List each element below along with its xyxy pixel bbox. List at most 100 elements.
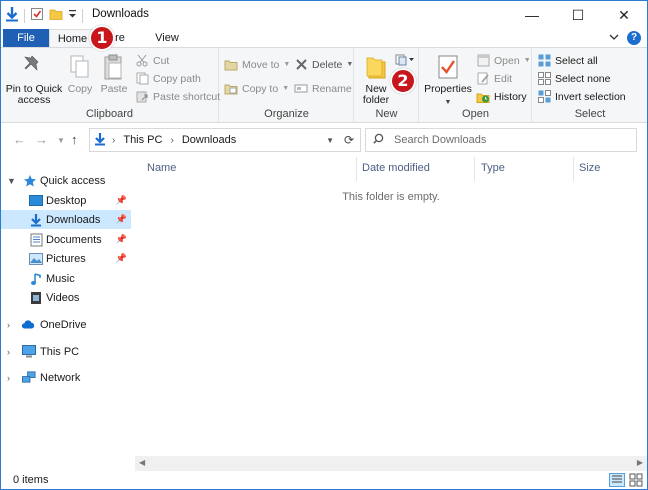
address-bar[interactable]: › This PC › Downloads ▼ ⟳ bbox=[89, 128, 361, 152]
nav-onedrive[interactable]: › OneDrive bbox=[1, 315, 131, 334]
open-chevron-icon: ▼ bbox=[523, 57, 531, 64]
cut-label: Cut bbox=[153, 54, 170, 67]
pinned-icon-4: 📌 bbox=[115, 253, 127, 263]
copy-label: Copy bbox=[67, 83, 93, 95]
paste-shortcut-label: Paste shortcut bbox=[153, 90, 221, 103]
properties-icon bbox=[434, 52, 462, 82]
paste-shortcut-icon bbox=[135, 90, 149, 104]
pin-to-quick-access-button[interactable]: Pin to Quick access bbox=[5, 52, 63, 106]
cloud-icon bbox=[21, 318, 35, 332]
select-none-button[interactable]: Select none bbox=[537, 70, 610, 87]
move-to-button[interactable]: Move to ▼ bbox=[224, 56, 290, 73]
copy-to-icon bbox=[224, 82, 238, 96]
address-dropdown-icon[interactable]: ▼ bbox=[326, 136, 334, 145]
properties-button[interactable]: Properties ▼ bbox=[424, 52, 472, 108]
open-button[interactable]: Open ▼ bbox=[476, 52, 531, 69]
chevron-right-icon-2[interactable]: › bbox=[7, 347, 10, 357]
breadcrumb-downloads[interactable]: Downloads bbox=[182, 134, 236, 146]
breadcrumb-this-pc[interactable]: This PC bbox=[123, 134, 162, 146]
refresh-icon[interactable]: ⟳ bbox=[344, 133, 354, 147]
column-header-size[interactable]: Size bbox=[579, 157, 600, 181]
invert-selection-icon bbox=[537, 90, 551, 104]
nav-pictures[interactable]: Pictures 📌 bbox=[1, 249, 131, 268]
edit-button[interactable]: Edit bbox=[476, 70, 512, 87]
paste-shortcut-button[interactable]: Paste shortcut bbox=[135, 88, 220, 105]
search-box[interactable]: Search Downloads bbox=[365, 128, 637, 152]
details-view-icon[interactable] bbox=[609, 473, 625, 487]
scroll-right-icon[interactable]: ▶ bbox=[637, 458, 643, 467]
nav-this-pc[interactable]: › This PC bbox=[1, 342, 131, 361]
history-icon bbox=[476, 90, 490, 104]
new-folder-icon bbox=[362, 52, 390, 82]
star-icon bbox=[23, 174, 37, 188]
item-count: 0 items bbox=[13, 474, 49, 486]
move-to-icon bbox=[224, 58, 238, 72]
select-none-label: Select none bbox=[555, 72, 611, 85]
tab-view[interactable]: View bbox=[147, 29, 187, 47]
chevron-right-icon[interactable]: › bbox=[7, 320, 10, 330]
history-button[interactable]: History bbox=[476, 88, 527, 105]
column-header-type[interactable]: Type bbox=[481, 157, 505, 181]
tab-file[interactable]: File bbox=[3, 29, 49, 47]
download-arrow-icon[interactable] bbox=[5, 6, 19, 25]
invert-selection-button[interactable]: Invert selection bbox=[537, 88, 626, 105]
new-item-button[interactable] bbox=[395, 54, 415, 69]
help-icon[interactable]: ? bbox=[627, 31, 641, 45]
copy-path-button[interactable]: Copy path bbox=[135, 70, 201, 87]
move-to-label: Move to bbox=[242, 58, 280, 71]
select-all-button[interactable]: Select all bbox=[537, 52, 598, 69]
delete-button[interactable]: Delete ▼ bbox=[294, 56, 353, 73]
ribbon: Pin to Quick access Copy Paste Cut Copy … bbox=[1, 47, 647, 123]
open-group: Properties ▼ Open ▼ Edit History Open bbox=[420, 48, 532, 122]
nav-quick-access-label: Quick access bbox=[40, 174, 106, 187]
ribbon-controls: ? bbox=[609, 31, 641, 45]
close-button[interactable]: ✕ bbox=[601, 1, 647, 29]
cut-button[interactable]: Cut bbox=[135, 52, 169, 69]
breadcrumb-separator-icon-2: › bbox=[170, 134, 174, 146]
nav-documents[interactable]: Documents 📌 bbox=[1, 230, 131, 249]
documents-icon bbox=[29, 233, 43, 247]
nav-downloads[interactable]: Downloads 📌 bbox=[1, 210, 131, 229]
rename-button[interactable]: Rename bbox=[294, 80, 352, 97]
expand-ribbon-icon[interactable] bbox=[609, 32, 619, 44]
computer-icon bbox=[22, 345, 36, 359]
pin-icon bbox=[20, 52, 48, 82]
nav-desktop[interactable]: Desktop 📌 bbox=[1, 191, 131, 210]
callout-badge-2: 2 bbox=[390, 68, 416, 94]
organize-group: Move to ▼ Copy to ▼ Delete ▼ Rename Orga… bbox=[220, 48, 354, 122]
properties-check-icon[interactable] bbox=[30, 7, 44, 24]
downloads-icon bbox=[29, 213, 43, 227]
callout-badge-1: 1 bbox=[89, 25, 115, 51]
downloads-location-icon bbox=[94, 132, 106, 149]
nav-videos-label: Videos bbox=[46, 291, 80, 304]
nav-videos[interactable]: Videos bbox=[1, 288, 131, 307]
recent-locations-icon[interactable]: ▼ bbox=[57, 136, 65, 145]
horizontal-scrollbar[interactable]: ◀ ▶ bbox=[135, 456, 647, 471]
new-folder-button[interactable]: New folder bbox=[359, 52, 393, 106]
minimize-button[interactable]: — bbox=[509, 1, 555, 29]
up-arrow-icon[interactable]: ↑ bbox=[71, 132, 78, 147]
chevron-down-icon[interactable]: ▼ bbox=[7, 176, 16, 186]
column-separator-2[interactable] bbox=[474, 157, 475, 181]
large-icons-view-icon[interactable] bbox=[629, 473, 643, 490]
chevron-right-icon-3[interactable]: › bbox=[7, 373, 10, 383]
copy-to-button[interactable]: Copy to ▼ bbox=[224, 80, 289, 97]
scroll-left-icon[interactable]: ◀ bbox=[139, 458, 145, 467]
clipboard-group-label: Clipboard bbox=[85, 108, 134, 120]
column-separator-3[interactable] bbox=[573, 157, 574, 181]
nav-documents-label: Documents bbox=[46, 233, 102, 246]
nav-music[interactable]: Music bbox=[1, 269, 131, 288]
column-header-date-modified[interactable]: Date modified bbox=[362, 157, 430, 181]
maximize-button[interactable]: ☐ bbox=[555, 1, 601, 29]
forward-arrow-icon[interactable]: → bbox=[35, 132, 48, 147]
column-separator[interactable] bbox=[356, 157, 357, 181]
new-folder-small-icon[interactable] bbox=[49, 7, 63, 24]
column-header-name[interactable]: Name bbox=[147, 157, 176, 181]
history-label: History bbox=[494, 90, 527, 103]
nav-network[interactable]: › Network bbox=[1, 368, 131, 387]
paste-button[interactable]: Paste bbox=[99, 52, 129, 95]
qat-dropdown-icon[interactable] bbox=[68, 8, 77, 23]
copy-button[interactable]: Copy bbox=[65, 52, 95, 95]
nav-quick-access[interactable]: ▼ Quick access bbox=[1, 171, 131, 190]
back-arrow-icon[interactable]: ← bbox=[13, 132, 26, 147]
